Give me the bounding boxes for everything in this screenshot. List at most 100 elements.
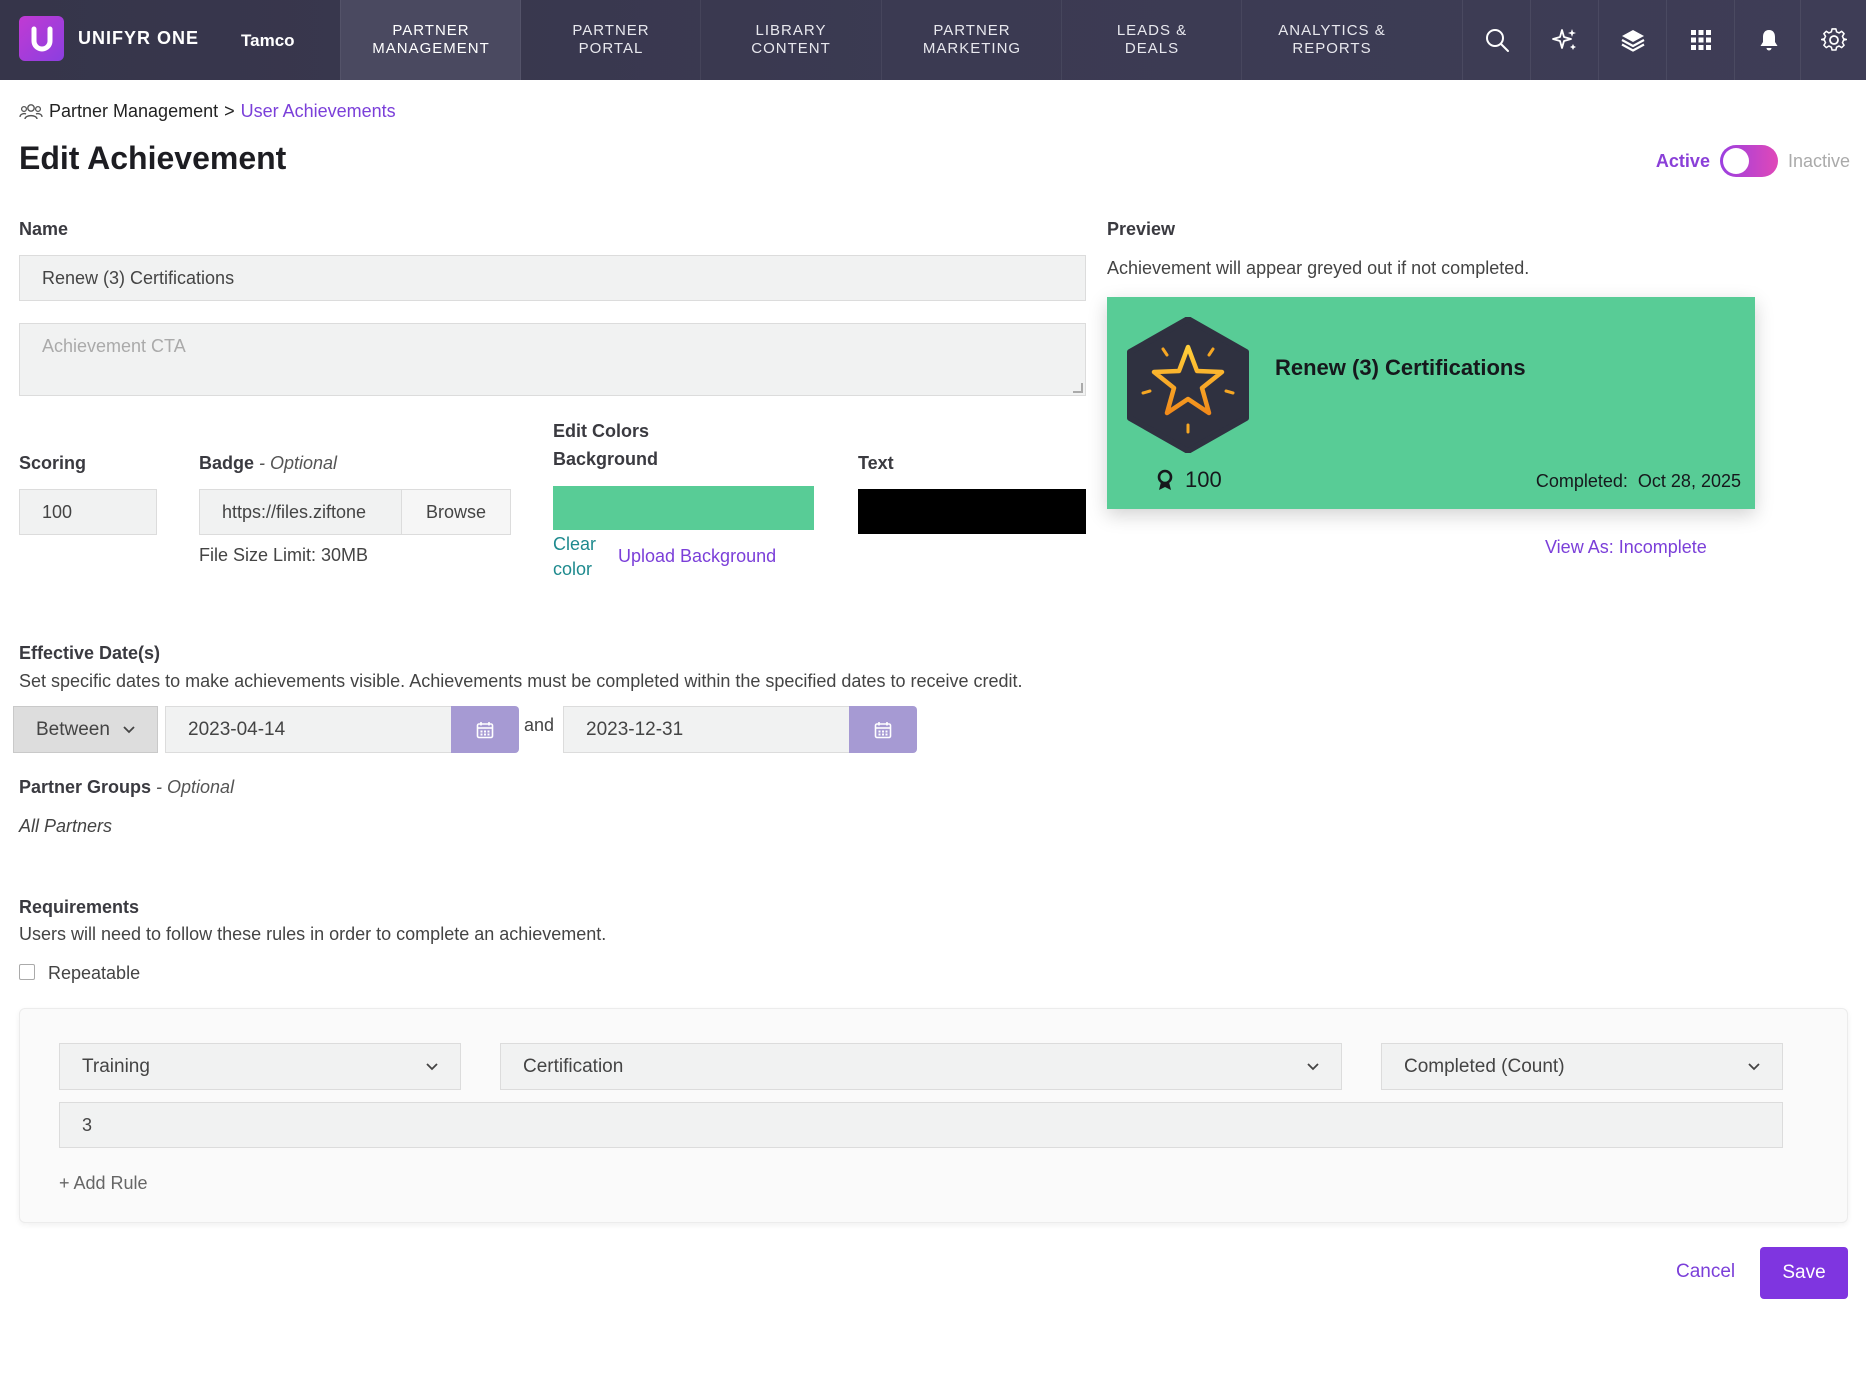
date-mode-value: Between bbox=[36, 718, 110, 740]
edit-colors-label: Edit Colors bbox=[553, 421, 650, 441]
apps-grid-icon bbox=[1691, 30, 1711, 50]
ai-sparkle-button[interactable] bbox=[1530, 0, 1599, 80]
nav-tab-library-content[interactable]: LIBRARY CONTENT bbox=[700, 0, 881, 80]
nav-tab-label: DEALS bbox=[1124, 40, 1180, 57]
badge-label-text: Badge bbox=[199, 453, 255, 473]
start-date-input[interactable]: 2023-04-14 bbox=[165, 706, 452, 753]
breadcrumb-current[interactable]: User Achievements bbox=[241, 101, 396, 122]
chevron-down-icon bbox=[426, 1062, 438, 1070]
nav-tab-label: PARTNER bbox=[572, 22, 650, 39]
brand-logo-icon bbox=[19, 16, 64, 61]
end-date-input[interactable]: 2023-12-31 bbox=[563, 706, 850, 753]
nav-tab-partner-portal[interactable]: PARTNER PORTAL bbox=[520, 0, 701, 80]
rule-category-value: Training bbox=[82, 1055, 150, 1077]
date-mode-select[interactable]: Between bbox=[13, 706, 158, 753]
toggle-knob bbox=[1722, 148, 1749, 174]
add-rule-link[interactable]: + Add Rule bbox=[59, 1173, 148, 1194]
view-as-incomplete-link[interactable]: View As: Incomplete bbox=[1545, 537, 1707, 558]
breadcrumb-separator: > bbox=[224, 101, 235, 121]
breadcrumb-parent-link[interactable]: Partner Management bbox=[49, 101, 218, 122]
badge-label: Badge - Optional bbox=[199, 453, 337, 474]
calendar-icon bbox=[874, 721, 892, 738]
search-icon bbox=[1486, 29, 1509, 52]
repeatable-label[interactable]: Repeatable bbox=[48, 963, 140, 984]
background-color-swatch[interactable] bbox=[553, 486, 814, 530]
preview-completed: Completed: Oct 28, 2025 bbox=[1536, 471, 1741, 492]
effective-dates-label: Effective Date(s) bbox=[19, 643, 161, 663]
nav-tab-label: MARKETING bbox=[922, 40, 1022, 57]
award-ribbon-icon bbox=[1157, 469, 1173, 490]
sparkle-icon bbox=[1552, 29, 1576, 50]
settings-button[interactable] bbox=[1800, 0, 1866, 80]
name-label: Name bbox=[19, 219, 69, 239]
clear-color-line2: color bbox=[553, 559, 593, 579]
partner-groups-label: Partner Groups - Optional bbox=[19, 777, 234, 798]
top-navigation-bar: UNIFYR ONE Tamco PARTNER MANAGEMENT PARTN… bbox=[0, 0, 1866, 80]
achievement-cta-textarea[interactable]: Achievement CTA bbox=[19, 323, 1086, 396]
badge-url-input[interactable]: https://files.ziftone bbox=[199, 489, 402, 535]
save-button[interactable]: Save bbox=[1760, 1247, 1848, 1299]
chevron-down-icon bbox=[123, 725, 135, 733]
apps-button[interactable] bbox=[1666, 0, 1735, 80]
layers-button[interactable] bbox=[1598, 0, 1667, 80]
text-color-swatch[interactable] bbox=[858, 489, 1086, 534]
name-input[interactable]: Renew (3) Certifications bbox=[19, 255, 1086, 301]
repeatable-checkbox[interactable] bbox=[19, 964, 35, 980]
nav-tab-partner-marketing[interactable]: PARTNER MARKETING bbox=[881, 0, 1062, 80]
upload-background-link[interactable]: Upload Background bbox=[618, 546, 776, 567]
nav-tab-analytics-reports[interactable]: ANALYTICS & REPORTS bbox=[1241, 0, 1422, 80]
partner-groups-optional: - Optional bbox=[151, 777, 235, 797]
nav-tab-leads-deals[interactable]: LEADS & DEALS bbox=[1061, 0, 1242, 80]
rule-category-select[interactable]: Training bbox=[59, 1043, 461, 1090]
scoring-input[interactable]: 100 bbox=[19, 489, 157, 535]
completed-label: Completed: bbox=[1535, 471, 1628, 491]
breadcrumb: Partner Management > User Achievements bbox=[19, 101, 396, 122]
status-inactive-label: Inactive bbox=[1787, 150, 1850, 171]
start-date-calendar-button[interactable] bbox=[451, 706, 519, 753]
nav-tab-label: REPORTS bbox=[1292, 40, 1372, 57]
status-toggle-switch[interactable] bbox=[1719, 145, 1778, 177]
file-size-limit: File Size Limit: 30MB bbox=[199, 545, 369, 565]
nav-tab-label: ANALYTICS & bbox=[1278, 22, 1386, 39]
bell-icon bbox=[1760, 30, 1778, 51]
users-group-icon bbox=[19, 103, 43, 119]
partner-groups-value[interactable]: All Partners bbox=[19, 816, 112, 837]
rule-metric-select[interactable]: Completed (Count) bbox=[1381, 1043, 1783, 1090]
nav-tab-partner-management[interactable]: PARTNER MANAGEMENT bbox=[340, 0, 521, 80]
nav-tab-label: PARTNER bbox=[392, 22, 470, 39]
resize-handle-icon[interactable] bbox=[1073, 383, 1083, 393]
calendar-icon bbox=[476, 721, 494, 738]
notifications-button[interactable] bbox=[1734, 0, 1803, 80]
star-badge-icon bbox=[1127, 317, 1249, 453]
nav-tab-label: CONTENT bbox=[751, 40, 831, 57]
rule-type-select[interactable]: Certification bbox=[500, 1043, 1342, 1090]
cta-placeholder: Achievement CTA bbox=[42, 336, 186, 356]
nav-tab-label: PORTAL bbox=[578, 40, 644, 57]
badge-optional-text: - Optional bbox=[254, 453, 338, 473]
preview-card-score: 100 bbox=[1155, 467, 1222, 493]
cancel-button[interactable]: Cancel bbox=[1676, 1261, 1735, 1283]
end-date-calendar-button[interactable] bbox=[849, 706, 917, 753]
status-toggle-group: Active Inactive bbox=[1656, 145, 1850, 177]
partner-groups-label-text: Partner Groups bbox=[19, 777, 152, 797]
status-active-label: Active bbox=[1655, 150, 1710, 171]
nav-tab-label: LEADS & bbox=[1116, 22, 1188, 39]
tenant-name[interactable]: Tamco bbox=[241, 31, 295, 51]
rule-value-input[interactable]: 3 bbox=[59, 1102, 1783, 1148]
browse-button[interactable]: Browse bbox=[401, 489, 511, 535]
brand[interactable]: UNIFYR ONE bbox=[19, 16, 199, 61]
preview-note: Achievement will appear greyed out if no… bbox=[1107, 258, 1530, 278]
clear-color-link[interactable]: Clear color bbox=[553, 532, 596, 582]
nav-tab-label: MANAGEMENT bbox=[372, 40, 490, 57]
preview-label: Preview bbox=[1107, 219, 1176, 239]
date-joiner: and bbox=[524, 715, 555, 735]
completed-date: Oct 28, 2025 bbox=[1637, 471, 1741, 491]
achievement-preview-card: Renew (3) Certifications 100 Completed: … bbox=[1107, 297, 1755, 509]
requirements-label: Requirements bbox=[19, 897, 140, 917]
effective-dates-help: Set specific dates to make achievements … bbox=[19, 671, 1023, 691]
background-color-label: Background bbox=[553, 449, 659, 469]
layers-icon bbox=[1621, 30, 1645, 52]
preview-card-title: Renew (3) Certifications bbox=[1275, 355, 1526, 380]
preview-score-value: 100 bbox=[1185, 467, 1222, 492]
search-button[interactable] bbox=[1462, 0, 1531, 80]
